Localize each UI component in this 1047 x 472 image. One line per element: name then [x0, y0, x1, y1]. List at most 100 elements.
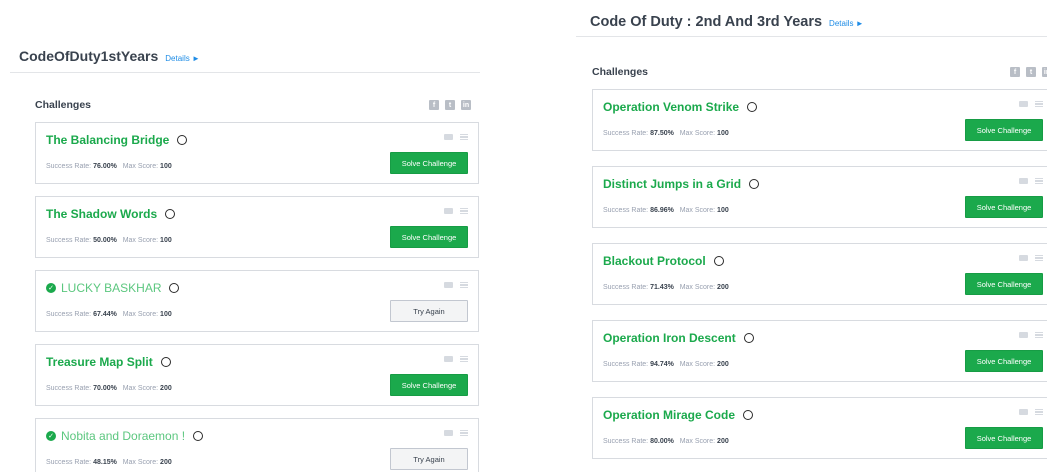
success-rate-label: Success Rate: — [46, 459, 92, 466]
challenge-stats: Success Rate: 50.00% Max Score: 100 — [46, 237, 172, 244]
solve-challenge-button[interactable]: Solve Challenge — [390, 374, 468, 396]
success-rate-value: 48.15% — [93, 459, 117, 466]
challenge-title[interactable]: The Balancing Bridge — [46, 133, 188, 147]
challenge-title[interactable]: ✓ Nobita and Doraemon ! — [46, 429, 204, 443]
list-icon[interactable] — [1035, 332, 1043, 338]
challenge-card[interactable]: Distinct Jumps in a Grid Success Rate: 86… — [592, 166, 1047, 228]
solve-challenge-button[interactable]: Solve Challenge — [965, 273, 1043, 295]
challenge-title-text[interactable]: Operation Venom Strike — [603, 100, 739, 114]
list-icon[interactable] — [1035, 178, 1043, 184]
solve-challenge-button[interactable]: Solve Challenge — [390, 152, 468, 174]
max-score-label: Max Score: — [679, 207, 716, 214]
max-score-label: Max Score: — [122, 385, 159, 392]
difficulty-circle-icon — [743, 333, 754, 343]
try-again-button[interactable]: Try Again — [390, 300, 468, 322]
challenge-title-text[interactable]: LUCKY BASKHAR — [61, 281, 161, 295]
challenge-card[interactable]: Blackout Protocol Success Rate: 71.43% Ma… — [592, 243, 1047, 305]
challenge-title-text[interactable]: The Shadow Words — [46, 207, 157, 221]
card-actions — [444, 430, 468, 436]
discussion-icon[interactable] — [1019, 332, 1028, 338]
success-rate-label: Success Rate: — [603, 361, 649, 368]
list-icon[interactable] — [1035, 255, 1043, 261]
difficulty-circle-icon — [747, 102, 758, 112]
list-icon[interactable] — [1035, 409, 1043, 415]
challenge-title-text[interactable]: Operation Iron Descent — [603, 331, 736, 345]
max-score-value: 100 — [160, 311, 172, 318]
list-icon[interactable] — [460, 356, 468, 362]
twitter-icon[interactable]: t — [1026, 67, 1036, 77]
max-score-value: 100 — [717, 130, 729, 137]
contest-title: Code Of Duty : 2nd And 3rd Years — [590, 14, 823, 30]
twitter-icon[interactable]: t — [445, 100, 455, 110]
challenge-title-text[interactable]: The Balancing Bridge — [46, 133, 169, 147]
discussion-icon[interactable] — [1019, 178, 1028, 184]
max-score-label: Max Score: — [679, 361, 716, 368]
facebook-icon[interactable]: f — [429, 100, 439, 110]
challenge-stats: Success Rate: 87.50% Max Score: 100 — [603, 130, 729, 137]
discussion-icon[interactable] — [444, 134, 453, 140]
challenge-title[interactable]: ✓ LUCKY BASKHAR — [46, 281, 180, 295]
card-actions — [1019, 332, 1043, 338]
difficulty-circle-icon — [743, 410, 754, 420]
linkedin-icon[interactable]: in — [461, 100, 471, 110]
challenge-title[interactable]: Operation Venom Strike — [603, 100, 758, 114]
discussion-icon[interactable] — [444, 282, 453, 288]
challenge-title[interactable]: The Shadow Words — [46, 207, 176, 221]
facebook-icon[interactable]: f — [1010, 67, 1020, 77]
challenge-card[interactable]: ✓ LUCKY BASKHAR Success Rate: 67.44% Max S… — [35, 270, 479, 332]
try-again-button[interactable]: Try Again — [390, 448, 468, 470]
difficulty-circle-icon — [165, 209, 176, 219]
challenge-title-text[interactable]: Blackout Protocol — [603, 254, 706, 268]
discussion-icon[interactable] — [444, 208, 453, 214]
challenge-card[interactable]: Operation Venom Strike Success Rate: 87.5… — [592, 89, 1047, 151]
header-divider — [576, 36, 1047, 37]
challenge-card[interactable]: ✓ Nobita and Doraemon ! Success Rate: 48.1… — [35, 418, 479, 472]
challenge-stats: Success Rate: 76.00% Max Score: 100 — [46, 163, 172, 170]
challenge-card[interactable]: The Shadow Words Success Rate: 50.00% Max… — [35, 196, 479, 258]
max-score-value: 100 — [160, 237, 172, 244]
challenge-title-text[interactable]: Treasure Map Split — [46, 355, 153, 369]
card-actions — [444, 356, 468, 362]
card-actions — [444, 282, 468, 288]
solve-challenge-button[interactable]: Solve Challenge — [390, 226, 468, 248]
challenge-title[interactable]: Blackout Protocol — [603, 254, 724, 268]
list-icon[interactable] — [460, 430, 468, 436]
list-icon[interactable] — [460, 208, 468, 214]
challenge-card[interactable]: The Balancing Bridge Success Rate: 76.00%… — [35, 122, 479, 184]
challenge-card[interactable]: Treasure Map Split Success Rate: 70.00% M… — [35, 344, 479, 406]
discussion-icon[interactable] — [1019, 255, 1028, 261]
solve-challenge-button[interactable]: Solve Challenge — [965, 196, 1043, 218]
challenge-title-text[interactable]: Nobita and Doraemon ! — [61, 429, 185, 443]
details-link[interactable]: Details ► — [165, 54, 200, 63]
discussion-icon[interactable] — [444, 356, 453, 362]
challenge-title-text[interactable]: Distinct Jumps in a Grid — [603, 177, 741, 191]
list-icon[interactable] — [460, 134, 468, 140]
challenge-card[interactable]: Operation Mirage Code Success Rate: 80.00… — [592, 397, 1047, 459]
list-icon[interactable] — [460, 282, 468, 288]
success-rate-value: 76.00% — [93, 163, 117, 170]
success-rate-value: 67.44% — [93, 311, 117, 318]
challenge-title[interactable]: Distinct Jumps in a Grid — [603, 177, 760, 191]
challenge-stats: Success Rate: 94.74% Max Score: 200 — [603, 361, 729, 368]
max-score-value: 200 — [717, 361, 729, 368]
solve-challenge-button[interactable]: Solve Challenge — [965, 119, 1043, 141]
difficulty-circle-icon — [160, 357, 171, 367]
discussion-icon[interactable] — [1019, 409, 1028, 415]
challenge-card[interactable]: Operation Iron Descent Success Rate: 94.7… — [592, 320, 1047, 382]
max-score-label: Max Score: — [122, 311, 159, 318]
challenge-title[interactable]: Treasure Map Split — [46, 355, 171, 369]
max-score-value: 200 — [160, 459, 172, 466]
header-divider — [10, 72, 480, 73]
details-link[interactable]: Details ► — [829, 19, 864, 28]
list-icon[interactable] — [1035, 101, 1043, 107]
discussion-icon[interactable] — [444, 430, 453, 436]
solve-challenge-button[interactable]: Solve Challenge — [965, 350, 1043, 372]
challenge-title[interactable]: Operation Mirage Code — [603, 408, 754, 422]
max-score-label: Max Score: — [679, 438, 716, 445]
challenge-title-text[interactable]: Operation Mirage Code — [603, 408, 735, 422]
solve-challenge-button[interactable]: Solve Challenge — [965, 427, 1043, 449]
discussion-icon[interactable] — [1019, 101, 1028, 107]
linkedin-icon[interactable]: in — [1042, 67, 1047, 77]
difficulty-circle-icon — [713, 256, 724, 266]
challenge-title[interactable]: Operation Iron Descent — [603, 331, 754, 345]
